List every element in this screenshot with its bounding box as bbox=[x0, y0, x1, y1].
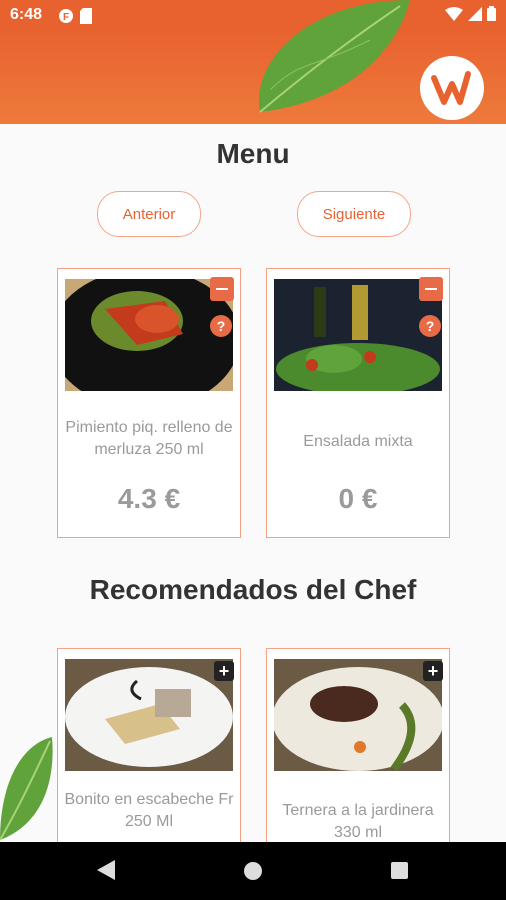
dish-name: Bonito en escabeche Fr 250 Ml bbox=[64, 791, 234, 830]
system-navigation-bar bbox=[0, 842, 506, 900]
home-icon[interactable] bbox=[244, 862, 262, 880]
back-icon[interactable] bbox=[97, 860, 115, 880]
remove-button[interactable] bbox=[419, 277, 443, 301]
svg-text:F: F bbox=[63, 12, 69, 23]
signal-icon bbox=[468, 6, 482, 21]
recent-apps-icon[interactable] bbox=[391, 862, 408, 879]
dish-name: Pimiento piq. relleno de merluza 250 ml bbox=[65, 419, 233, 458]
system-status-icons bbox=[445, 6, 496, 21]
add-button[interactable]: + bbox=[423, 661, 443, 681]
help-icon[interactable]: ? bbox=[210, 315, 232, 337]
chef-item-card[interactable]: + Ternera a la jardinera 330 ml bbox=[266, 648, 450, 850]
logo-mark-icon bbox=[431, 71, 471, 105]
dish-image bbox=[274, 279, 442, 391]
wifi-icon bbox=[445, 6, 463, 21]
next-button[interactable]: Siguiente bbox=[297, 191, 411, 237]
app-notification-icon: F bbox=[59, 9, 73, 23]
chef-item-card[interactable]: + Bonito en escabeche Fr 250 Ml bbox=[57, 648, 241, 850]
status-time: 6:48 bbox=[10, 6, 43, 23]
dish-name: Ternera a la jardinera 330 ml bbox=[282, 802, 434, 841]
menu-item-card[interactable]: ? Ensalada mixta 0 € bbox=[266, 268, 450, 538]
app-logo[interactable] bbox=[420, 56, 484, 120]
dish-image bbox=[65, 279, 233, 391]
help-icon[interactable]: ? bbox=[419, 315, 441, 337]
add-button[interactable]: + bbox=[214, 661, 234, 681]
dish-image bbox=[274, 659, 442, 771]
dish-image bbox=[65, 659, 233, 771]
remove-button[interactable] bbox=[210, 277, 234, 301]
decorative-leaf-icon bbox=[258, 0, 410, 113]
previous-button[interactable]: Anterior bbox=[97, 191, 201, 237]
dish-price: 0 € bbox=[338, 483, 378, 514]
battery-icon bbox=[487, 6, 496, 21]
dish-name: Ensalada mixta bbox=[303, 433, 413, 450]
menu-item-card[interactable]: ? Pimiento piq. relleno de merluza 250 m… bbox=[57, 268, 241, 538]
chef-recommendations-title: Recomendados del Chef bbox=[89, 574, 417, 605]
notification-icons: F bbox=[58, 8, 92, 24]
decorative-leaf-icon bbox=[0, 737, 53, 841]
sd-card-icon bbox=[80, 8, 92, 24]
menu-title: Menu bbox=[216, 138, 290, 169]
dish-price: 4.3 € bbox=[117, 483, 181, 514]
